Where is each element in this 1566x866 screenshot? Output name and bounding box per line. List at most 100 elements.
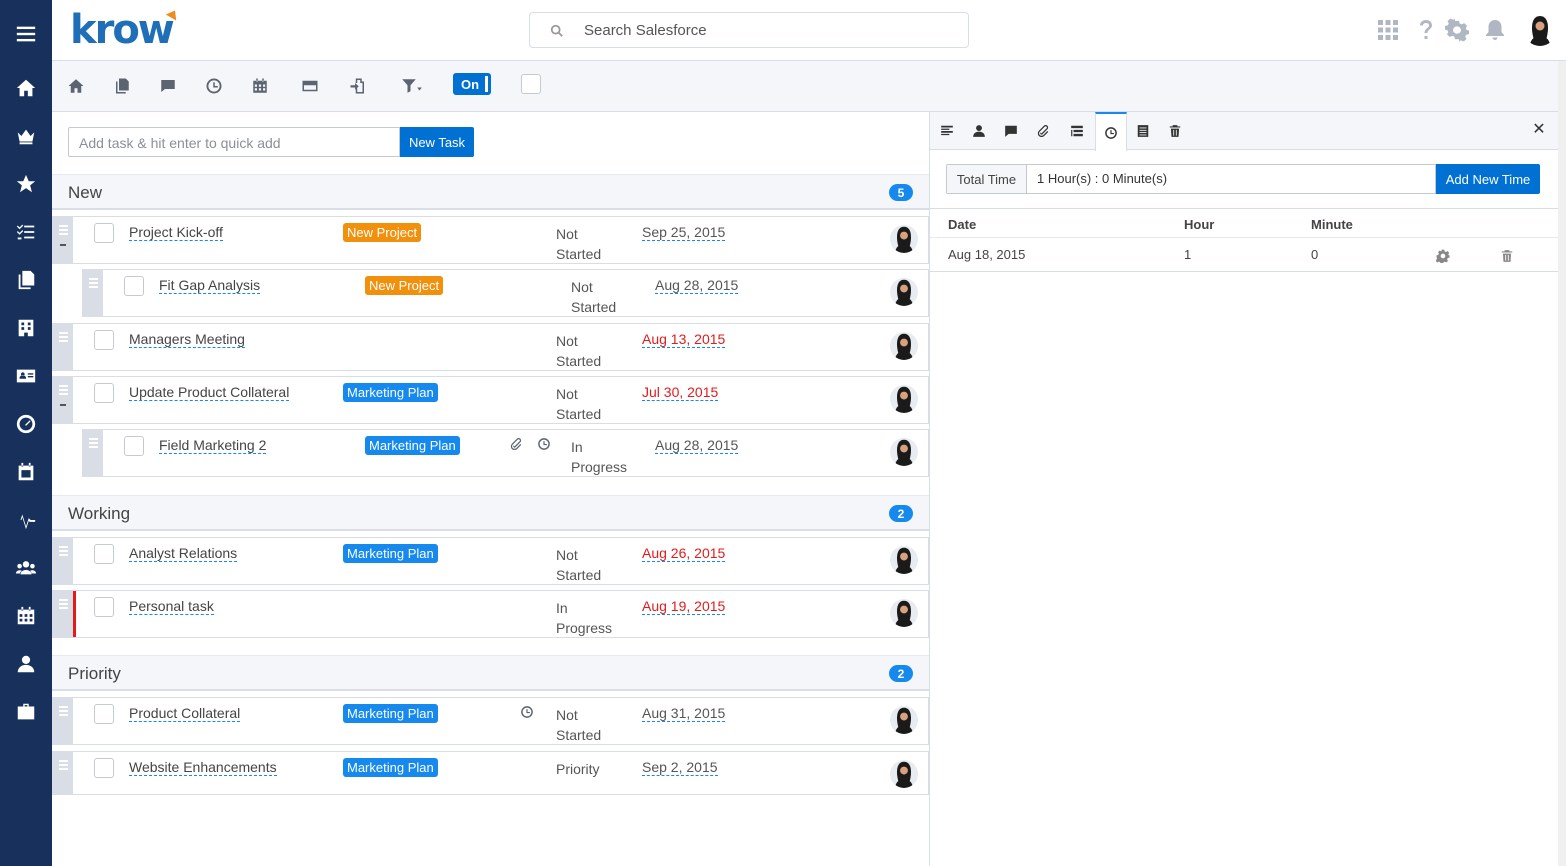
attachment-icon[interactable] <box>509 437 523 451</box>
task-name[interactable]: Website Enhancements <box>129 759 277 776</box>
due-date[interactable]: Jul 30, 2015 <box>642 384 719 401</box>
drag-handle[interactable] <box>53 324 73 370</box>
drag-handle[interactable] <box>83 270 103 316</box>
add-new-time-button[interactable]: Add New Time <box>1436 164 1540 194</box>
close-icon[interactable]: ✕ <box>1531 122 1547 138</box>
assignee-avatar[interactable] <box>890 278 918 306</box>
drag-handle[interactable] <box>53 538 73 584</box>
due-date[interactable]: Aug 28, 2015 <box>655 277 739 294</box>
briefcase-icon[interactable] <box>0 692 52 732</box>
assignee-avatar[interactable] <box>890 438 918 466</box>
due-date[interactable]: Aug 13, 2015 <box>642 331 726 348</box>
krow-logo[interactable]: krow <box>70 7 180 52</box>
due-date[interactable]: Aug 26, 2015 <box>642 545 726 562</box>
task-name[interactable]: Project Kick-off <box>129 224 223 241</box>
section-working[interactable]: Working 2 <box>52 495 929 531</box>
list-icon[interactable] <box>1061 112 1093 150</box>
dashboard-gauge-icon[interactable] <box>0 404 52 444</box>
user-icon[interactable] <box>963 112 995 150</box>
assignee-avatar[interactable] <box>890 706 918 734</box>
section-priority[interactable]: Priority 2 <box>52 655 929 691</box>
calendar-icon[interactable] <box>249 75 271 97</box>
people-icon[interactable] <box>0 548 52 588</box>
clock-icon[interactable] <box>520 705 534 719</box>
documents-icon[interactable] <box>0 260 52 300</box>
assignee-avatar[interactable] <box>890 385 918 413</box>
assignee-avatar[interactable] <box>890 546 918 574</box>
project-tag[interactable]: Marketing Plan <box>365 436 460 455</box>
due-date[interactable]: Aug 28, 2015 <box>655 437 739 454</box>
notification-bell-icon[interactable] <box>1483 18 1507 42</box>
task-row[interactable]: Product Collateral Marketing Plan Not Sta… <box>52 697 929 745</box>
task-checkbox[interactable] <box>94 544 114 564</box>
menu-icon[interactable] <box>0 14 52 54</box>
collapse-icon[interactable] <box>60 244 66 246</box>
app-launcher-icon[interactable] <box>1376 18 1400 42</box>
contact-card-icon[interactable] <box>0 356 52 396</box>
task-name[interactable]: Managers Meeting <box>129 331 245 348</box>
task-checkbox[interactable] <box>94 597 114 617</box>
pulse-icon[interactable] <box>0 500 52 540</box>
due-date[interactable]: Aug 19, 2015 <box>642 598 726 615</box>
attachment-icon[interactable] <box>1027 112 1059 150</box>
user-icon[interactable] <box>0 644 52 684</box>
drag-handle[interactable] <box>53 752 73 794</box>
notes-icon[interactable] <box>1127 112 1159 150</box>
task-name[interactable]: Fit Gap Analysis <box>159 277 261 294</box>
task-row[interactable]: Project Kick-off New Project Not Started … <box>52 216 929 264</box>
export-icon[interactable] <box>347 75 369 97</box>
collapse-icon[interactable] <box>60 404 66 406</box>
toolbar-checkbox[interactable] <box>521 74 541 94</box>
task-row[interactable]: Website Enhancements Marketing Plan Prio… <box>52 751 929 795</box>
calendar-icon[interactable] <box>0 596 52 636</box>
search-input[interactable]: Search Salesforce <box>529 12 969 48</box>
assignee-avatar[interactable] <box>890 225 918 253</box>
drag-handle[interactable] <box>53 698 73 744</box>
due-date[interactable]: Sep 25, 2015 <box>642 224 726 241</box>
filter-icon[interactable] <box>397 75 427 97</box>
quick-add-input[interactable]: Add task & hit enter to quick add <box>68 127 400 157</box>
project-tag[interactable]: New Project <box>343 223 422 242</box>
section-new[interactable]: New 5 <box>52 174 929 210</box>
trash-icon[interactable] <box>1159 112 1191 150</box>
task-name[interactable]: Analyst Relations <box>129 545 238 562</box>
due-date[interactable]: Sep 2, 2015 <box>642 759 718 776</box>
task-checkbox[interactable] <box>94 330 114 350</box>
project-tag[interactable]: Marketing Plan <box>343 704 438 723</box>
crown-icon[interactable] <box>0 116 52 156</box>
new-task-button[interactable]: New Task <box>400 127 474 157</box>
task-row[interactable]: Field Marketing 2 Marketing Plan In Progr… <box>82 429 929 477</box>
assignee-avatar[interactable] <box>890 332 918 360</box>
home-icon[interactable] <box>65 75 87 97</box>
task-checkbox[interactable] <box>94 758 114 778</box>
task-name[interactable]: Personal task <box>129 598 214 615</box>
clock-icon[interactable] <box>203 75 225 97</box>
task-checkbox[interactable] <box>94 223 114 243</box>
toggle-switch[interactable]: On <box>453 73 491 95</box>
project-tag[interactable]: Marketing Plan <box>343 544 438 563</box>
task-checkbox[interactable] <box>94 704 114 724</box>
task-name[interactable]: Product Collateral <box>129 705 241 722</box>
project-tag[interactable]: Marketing Plan <box>343 758 438 777</box>
clock-icon[interactable] <box>1095 112 1127 151</box>
task-row[interactable]: Update Product Collateral Marketing Plan… <box>52 376 929 424</box>
assignee-avatar[interactable] <box>890 760 918 788</box>
documents-icon[interactable] <box>111 75 133 97</box>
comment-icon[interactable] <box>157 75 179 97</box>
calendar-check-icon[interactable] <box>0 452 52 492</box>
card-icon[interactable] <box>297 75 323 97</box>
comment-icon[interactable] <box>995 112 1027 150</box>
task-list-icon[interactable] <box>0 212 52 252</box>
task-name[interactable]: Field Marketing 2 <box>159 437 267 454</box>
user-avatar[interactable] <box>1524 14 1556 46</box>
star-icon[interactable] <box>0 164 52 204</box>
task-row[interactable]: Personal task In Progress Aug 19, 2015 <box>52 590 929 638</box>
home-icon[interactable] <box>0 68 52 108</box>
drag-handle[interactable] <box>53 377 73 423</box>
drag-handle[interactable] <box>83 430 103 476</box>
page-scrollbar[interactable] <box>1558 61 1566 866</box>
project-tag[interactable]: New Project <box>365 276 444 295</box>
task-name[interactable]: Update Product Collateral <box>129 384 290 401</box>
task-row[interactable]: Analyst Relations Marketing Plan Not Star… <box>52 537 929 585</box>
task-checkbox[interactable] <box>94 383 114 403</box>
